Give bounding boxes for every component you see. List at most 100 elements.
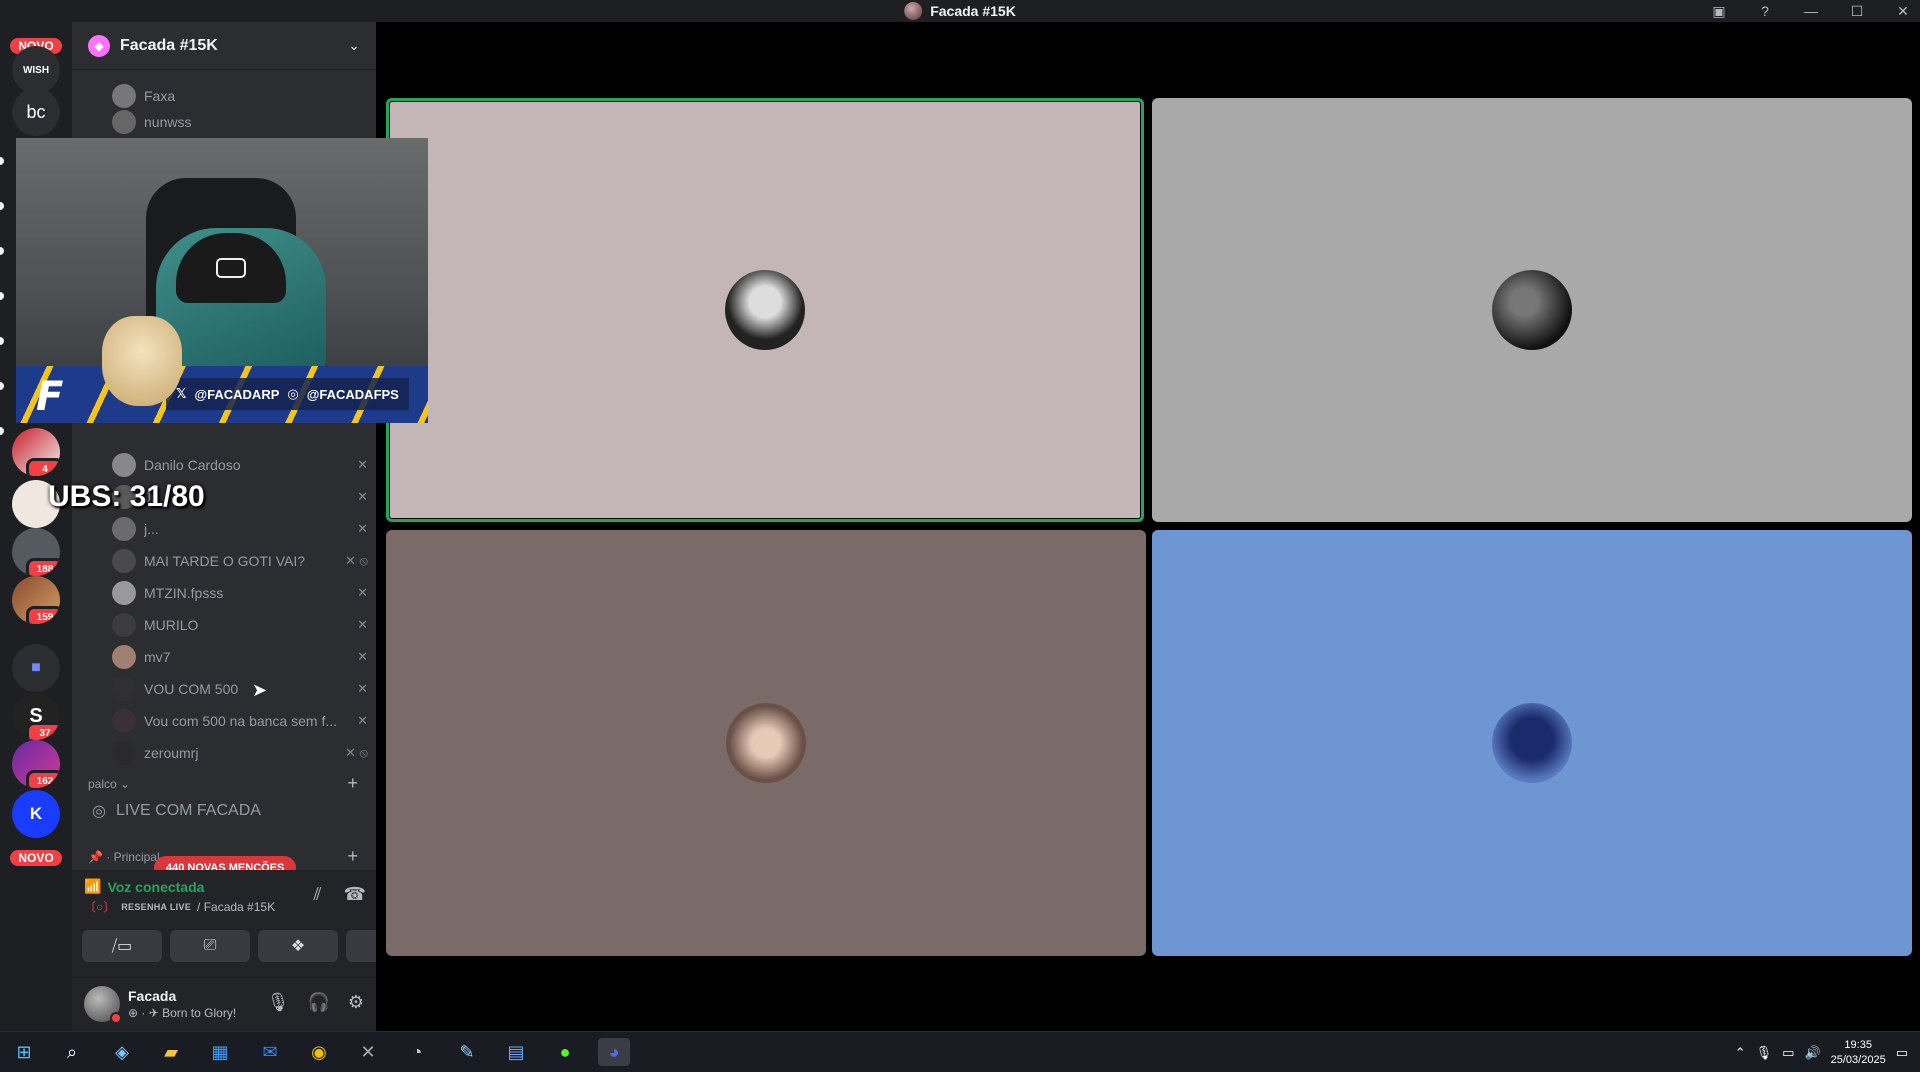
server-photo[interactable]: 159 [12, 576, 60, 624]
goat-mascot [102, 316, 182, 406]
participant-tile[interactable] [386, 530, 1146, 956]
avatar [112, 110, 136, 134]
voice-status[interactable]: 📶 Voz conectada [84, 878, 204, 895]
stage-channel[interactable]: ◎ LIVE COM FACADA [88, 796, 368, 826]
close-button[interactable]: ✕ [1894, 3, 1912, 20]
microphone-icon[interactable]: 🎙 [267, 992, 290, 1013]
noise-suppression-icon[interactable]: ⫽ [314, 884, 322, 905]
live-indicator-icon: 〔○〕 [84, 900, 116, 914]
voice-member[interactable]: MTZIN.fpsss ✕ [112, 579, 368, 607]
user-controls: 🎙 🎧 ⚙ [267, 992, 364, 1013]
subs-counter: UBS: 31/80 [48, 480, 205, 513]
participant-avatar [725, 270, 805, 350]
server-wish-label: WISH [22, 64, 50, 76]
voice-channel-info[interactable]: 〔○〕 RESENHA LIVE / Facada #15K [84, 898, 275, 915]
clock[interactable]: 19:35 25/03/2025 [1831, 1038, 1886, 1068]
unread-pip [0, 427, 4, 435]
voice-action-buttons: ⧸▭ ⎚ ❖ ♪ [82, 930, 426, 962]
participant-avatar [726, 703, 806, 783]
participant-tile[interactable] [1152, 98, 1912, 522]
mention-badge: 162 [26, 770, 60, 788]
outlook-icon[interactable]: ✉ [254, 1038, 286, 1066]
screen-share-icon: ⎚ [203, 937, 217, 954]
minimize-button[interactable]: — [1802, 3, 1820, 19]
server-k[interactable]: K [12, 790, 60, 838]
user-status-text: Born to Glory! [162, 1006, 237, 1020]
headphones-icon[interactable]: 🎧 [307, 992, 329, 1013]
search-icon[interactable]: ⌕ [56, 1038, 88, 1066]
deafened-icon: ✕ ⦸ [345, 745, 368, 760]
status-emoji-icon: ⊕ · ✈ [128, 1006, 159, 1020]
avatar [112, 677, 136, 701]
discord-icon[interactable]: ◕ [598, 1038, 630, 1066]
voice-member-name: j... [144, 521, 159, 537]
voice-member[interactable]: Vou com 500 na banca sem f... ✕ [112, 707, 368, 735]
network-icon[interactable]: ▭ [1782, 1045, 1794, 1061]
camera-off-button[interactable]: ⧸▭ [82, 930, 162, 962]
screen-share-button[interactable]: ⎚ [170, 930, 250, 962]
unread-pip [0, 382, 4, 390]
server-bc[interactable]: bc [12, 88, 60, 136]
notepad-icon[interactable]: ✎ [451, 1038, 483, 1066]
help-icon[interactable]: ? [1756, 3, 1774, 19]
voice-member[interactable]: mv7 ✕ [112, 643, 368, 671]
voice-member[interactable]: MURILO ✕ [112, 611, 368, 639]
voice-member[interactable]: nunwss [112, 108, 368, 136]
unread-pip [0, 202, 4, 210]
chevron-down-icon[interactable]: ⌄ [348, 37, 360, 54]
server-s[interactable]: S 37 [12, 692, 60, 740]
participant-tile[interactable] [1152, 530, 1912, 956]
calculator-icon[interactable]: ▤ [500, 1038, 532, 1066]
chrome-icon[interactable]: ◉ [303, 1038, 335, 1066]
voice-member[interactable]: Faxa [112, 82, 368, 110]
voice-member-name: mv7 [144, 649, 171, 665]
guild-header[interactable]: ◆ Facada #15K ⌄ [72, 22, 376, 70]
chevron-up-icon[interactable]: ⌃ [1735, 1045, 1746, 1061]
voice-member[interactable]: VOU COM 500 ✕ [112, 675, 368, 703]
deafened-icon: ✕ [357, 649, 368, 664]
voice-member[interactable]: j... ✕ [112, 515, 368, 543]
avatar [112, 517, 136, 541]
notifications-icon[interactable]: ▭ [1896, 1045, 1908, 1061]
gear-icon[interactable]: ⚙ [348, 992, 364, 1013]
x-icon: 𝕏 [176, 386, 187, 401]
user-panel: Facada ⊕ · ✈ Born to Glory! 🎙 🎧 ⚙ [72, 978, 376, 1031]
microphone-tray-icon[interactable]: 🎙 [1756, 1045, 1773, 1061]
folder-icon[interactable]: ■ [12, 644, 60, 692]
instagram-icon: ◎ [287, 386, 299, 401]
store-icon[interactable]: ▦ [204, 1038, 236, 1066]
add-channel-icon[interactable]: + [347, 846, 358, 867]
mention-badge: 188 [26, 558, 60, 576]
avatar [112, 709, 136, 733]
server-wish[interactable]: WISH [12, 46, 60, 94]
participant-tile[interactable] [386, 98, 1144, 522]
voice-member[interactable]: zeroumrj ✕ ⦸ [112, 739, 368, 767]
activities-button[interactable]: ❖ [258, 930, 338, 962]
copilot-icon[interactable]: ◈ [106, 1038, 138, 1066]
maximize-button[interactable]: ☐ [1848, 3, 1866, 20]
deafened-icon: ✕ ⦸ [345, 553, 368, 568]
voice-member[interactable]: MAI TARDE O GOTI VAI? ✕ ⦸ [112, 547, 368, 575]
server-purple[interactable]: 162 [12, 740, 60, 788]
user-custom-status: ⊕ · ✈ Born to Glory! [128, 1006, 236, 1020]
new-servers-badge[interactable]: NOVO [8, 848, 64, 868]
windows-start-icon[interactable]: ⊞ [8, 1038, 40, 1066]
category-palco[interactable]: palco ⌄ [88, 777, 130, 791]
deafened-icon: ✕ [357, 681, 368, 696]
unread-pip [0, 157, 4, 165]
disconnect-icon[interactable]: ☎ [344, 884, 366, 905]
server-grey[interactable]: 188 [12, 528, 60, 576]
boost-icon: ◆ [88, 34, 110, 57]
obs-icon[interactable]: ◔ [401, 1038, 433, 1066]
kick-icon[interactable]: ● [549, 1038, 581, 1066]
volume-icon[interactable]: 🔊 [1804, 1045, 1820, 1061]
social-handles: 𝕏 @FACADARP ◎ @FACADAFPS [166, 378, 409, 410]
server-red[interactable]: 4 [12, 428, 60, 476]
category-principal[interactable]: 📌 · Principal [88, 850, 160, 864]
inbox-icon[interactable]: ▣ [1710, 3, 1728, 20]
voice-member[interactable]: Danilo Cardoso ✕ [112, 451, 368, 479]
xbox-icon[interactable]: ✕ [352, 1038, 384, 1066]
add-channel-icon[interactable]: + [347, 773, 358, 794]
file-explorer-icon[interactable]: ▰ [155, 1038, 187, 1066]
voice-status-text: Voz conectada [107, 878, 205, 895]
